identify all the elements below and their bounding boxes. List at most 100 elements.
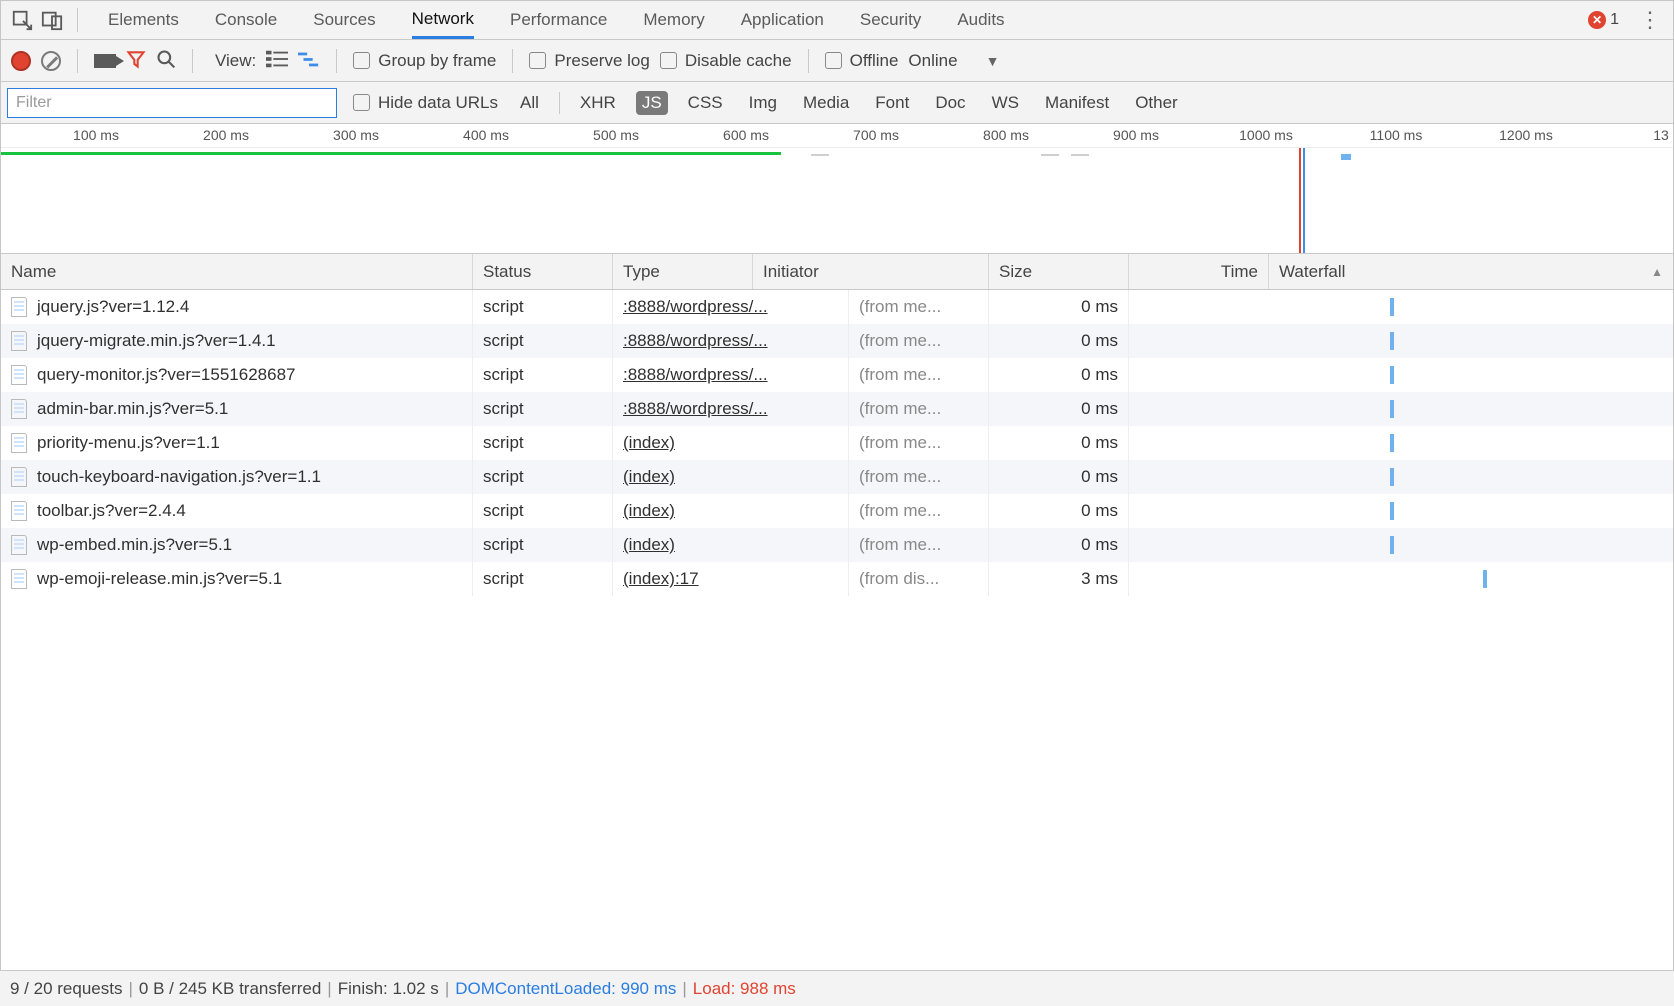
filter-chip-img[interactable]: Img	[743, 91, 783, 115]
filter-chip-manifest[interactable]: Manifest	[1039, 91, 1115, 115]
filter-chip-css[interactable]: CSS	[682, 91, 729, 115]
request-row[interactable]: query-monitor.js?ver=1551628687200script…	[1, 358, 1673, 392]
large-rows-icon[interactable]	[266, 50, 288, 72]
screenshot-icon[interactable]	[94, 54, 116, 68]
row-initiator[interactable]: (index)	[623, 501, 675, 521]
tab-sources[interactable]: Sources	[313, 1, 375, 39]
divider	[512, 49, 513, 73]
row-initiator[interactable]: (index)	[623, 433, 675, 453]
row-type: script	[473, 324, 613, 358]
request-row[interactable]: wp-embed.min.js?ver=5.1200script(index)(…	[1, 528, 1673, 562]
tab-security[interactable]: Security	[860, 1, 921, 39]
filter-chip-font[interactable]: Font	[869, 91, 915, 115]
hide-data-urls-checkbox[interactable]: Hide data URLs	[353, 93, 498, 113]
tab-network[interactable]: Network	[412, 1, 474, 39]
row-name: wp-embed.min.js?ver=5.1	[37, 535, 232, 555]
tick: 800 ms	[983, 127, 1029, 143]
request-row[interactable]: toolbar.js?ver=2.4.4200script(index)(fro…	[1, 494, 1673, 528]
row-initiator[interactable]: (index)	[623, 535, 675, 555]
preserve-log-checkbox[interactable]: Preserve log	[529, 51, 649, 71]
timeline-overview[interactable]: 100 ms200 ms300 ms400 ms500 ms600 ms700 …	[1, 124, 1673, 254]
tick: 13	[1653, 127, 1669, 143]
filter-chip-doc[interactable]: Doc	[929, 91, 971, 115]
row-initiator[interactable]: :8888/wordpress/...	[623, 365, 768, 385]
filter-chip-ws[interactable]: WS	[986, 91, 1025, 115]
request-row[interactable]: priority-menu.js?ver=1.1200script(index)…	[1, 426, 1673, 460]
row-size: (from me...	[849, 460, 989, 494]
kebab-menu-icon[interactable]: ⋮	[1633, 7, 1667, 33]
row-initiator[interactable]: :8888/wordpress/...	[623, 331, 768, 351]
filter-chip-js[interactable]: JS	[636, 91, 668, 115]
disable-cache-checkbox[interactable]: Disable cache	[660, 51, 792, 71]
overview-mark	[1071, 154, 1089, 156]
panel-tabbar: Elements Console Sources Network Performance…	[1, 1, 1673, 40]
tab-performance[interactable]: Performance	[510, 1, 607, 39]
filter-chip-all[interactable]: All	[514, 91, 545, 115]
row-initiator[interactable]: :8888/wordpress/...	[623, 297, 768, 317]
file-icon	[11, 365, 27, 385]
col-name[interactable]: Name	[1, 254, 473, 289]
col-initiator[interactable]: Initiator	[753, 254, 989, 289]
tick: 400 ms	[463, 127, 509, 143]
filter-chip-media[interactable]: Media	[797, 91, 855, 115]
row-name: touch-keyboard-navigation.js?ver=1.1	[37, 467, 321, 487]
tab-audits[interactable]: Audits	[957, 1, 1004, 39]
request-row[interactable]: jquery-migrate.min.js?ver=1.4.1200script…	[1, 324, 1673, 358]
divider	[808, 49, 809, 73]
filter-toggle-icon[interactable]	[126, 49, 146, 73]
table-header: Name Status Type Initiator Size Time Wat…	[1, 254, 1673, 290]
row-time: 0 ms	[989, 460, 1129, 494]
file-icon	[11, 501, 27, 521]
tab-console[interactable]: Console	[215, 1, 277, 39]
record-button[interactable]	[11, 51, 31, 71]
row-time: 0 ms	[989, 528, 1129, 562]
network-toolbar: View: Group by frame Preserve log Disabl…	[1, 40, 1673, 82]
row-initiator[interactable]: (index)	[623, 467, 675, 487]
error-badge[interactable]: ✕ 1	[1588, 11, 1619, 29]
request-row[interactable]: touch-keyboard-navigation.js?ver=1.1200s…	[1, 460, 1673, 494]
throttling-select[interactable]: Online	[908, 51, 957, 71]
error-count: 1	[1610, 11, 1619, 29]
row-initiator[interactable]: :8888/wordpress/...	[623, 399, 768, 419]
row-time: 0 ms	[989, 392, 1129, 426]
request-row[interactable]: admin-bar.min.js?ver=5.1200script:8888/w…	[1, 392, 1673, 426]
filter-chip-xhr[interactable]: XHR	[574, 91, 622, 115]
row-initiator[interactable]: (index):17	[623, 569, 699, 589]
row-type: script	[473, 426, 613, 460]
waterfall-bar	[1390, 536, 1394, 554]
offline-checkbox[interactable]: Offline	[825, 51, 899, 71]
col-size[interactable]: Size	[989, 254, 1129, 289]
tab-application[interactable]: Application	[741, 1, 824, 39]
request-row[interactable]: wp-emoji-release.min.js?ver=5.1200script…	[1, 562, 1673, 596]
filter-chip-other[interactable]: Other	[1129, 91, 1184, 115]
clear-button[interactable]	[41, 51, 61, 71]
row-size: (from me...	[849, 324, 989, 358]
row-name: query-monitor.js?ver=1551628687	[37, 365, 295, 385]
tick: 100 ms	[73, 127, 119, 143]
file-icon	[11, 569, 27, 589]
search-icon[interactable]	[156, 49, 176, 73]
overview-activity-bar	[1, 152, 781, 155]
device-toggle-icon[interactable]	[41, 9, 63, 31]
filter-input[interactable]	[7, 88, 337, 118]
overview-toggle-icon[interactable]	[298, 50, 320, 72]
col-waterfall[interactable]: Waterfall▲	[1269, 254, 1673, 289]
divider	[336, 49, 337, 73]
inspect-icon[interactable]	[11, 9, 33, 31]
waterfall-bar	[1390, 400, 1394, 418]
row-time: 0 ms	[989, 290, 1129, 324]
tab-memory[interactable]: Memory	[643, 1, 704, 39]
waterfall-bar	[1390, 434, 1394, 452]
col-type[interactable]: Type	[613, 254, 753, 289]
request-row[interactable]: jquery.js?ver=1.12.4200script:8888/wordp…	[1, 290, 1673, 324]
group-by-frame-checkbox[interactable]: Group by frame	[353, 51, 496, 71]
row-time: 0 ms	[989, 324, 1129, 358]
waterfall-bar	[1390, 502, 1394, 520]
col-status[interactable]: Status	[473, 254, 613, 289]
col-time[interactable]: Time	[1129, 254, 1269, 289]
waterfall-bar	[1483, 570, 1487, 588]
chevron-down-icon[interactable]: ▼	[986, 53, 1000, 69]
tick: 700 ms	[853, 127, 899, 143]
tab-elements[interactable]: Elements	[108, 1, 179, 39]
file-icon	[11, 399, 27, 419]
